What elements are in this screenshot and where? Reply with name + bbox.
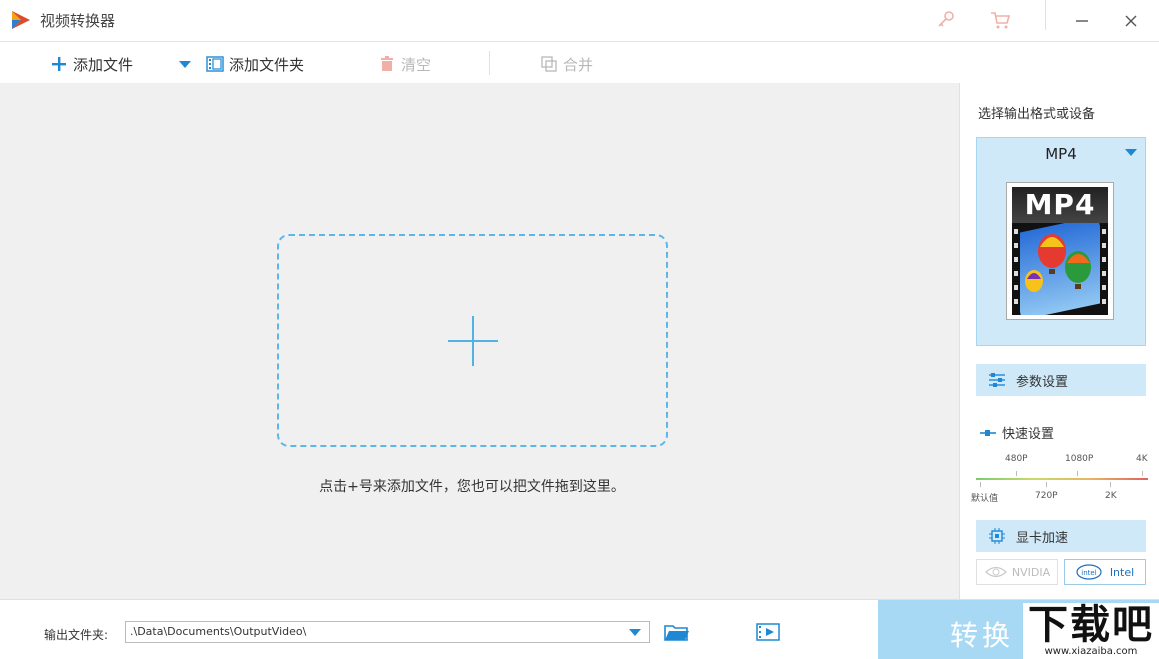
sliders-icon <box>988 371 1006 389</box>
slider-tick <box>980 482 981 487</box>
quality-slider[interactable] <box>976 478 1148 480</box>
dropzone-hint: 点击+号来添加文件，您也可以把文件拖到这里。 <box>319 479 625 495</box>
chevron-down-icon <box>1125 149 1137 156</box>
watermark-logo: 下载吧 <box>1028 602 1154 648</box>
bottom-bar: 输出文件夹: .\Data\Documents\OutputVideo\ 转换 <box>0 599 1159 659</box>
watermark-url: www.xiazaiba.com <box>1044 646 1138 657</box>
quality-1080p: 1080P <box>1065 454 1094 464</box>
intel-label: Intel <box>1109 565 1135 579</box>
merge-button[interactable]: 合并 <box>540 52 593 76</box>
quality-480p: 480P <box>1005 454 1028 464</box>
mp4-banner: MP4 <box>1012 187 1108 223</box>
slider-tick <box>1110 482 1111 487</box>
convert-label: 转换 <box>950 619 1015 652</box>
title-separator <box>1045 0 1046 30</box>
quality-2k: 2K <box>1105 491 1117 501</box>
key-icon[interactable] <box>934 8 958 32</box>
app-title: 视频转换器 <box>40 12 116 30</box>
plus-icon <box>50 55 68 73</box>
quality-default: 默认值 <box>971 494 999 504</box>
trash-icon <box>378 55 396 73</box>
minimize-icon <box>1076 20 1088 22</box>
gpu-accel-label: 显卡加速 <box>1016 530 1069 546</box>
minimize-button[interactable] <box>1068 8 1096 34</box>
add-file-dropdown[interactable] <box>178 52 192 76</box>
params-settings-button[interactable]: 参数设置 <box>976 364 1146 396</box>
chip-icon <box>988 527 1006 545</box>
file-list-area: 点击+号来添加文件，您也可以把文件拖到这里。 <box>0 83 959 599</box>
quality-720p: 720P <box>1035 491 1058 501</box>
merge-label: 合并 <box>563 55 594 74</box>
slider-icon <box>980 429 996 436</box>
clear-button[interactable]: 清空 <box>378 52 431 76</box>
quick-settings-label: 快速设置 <box>1002 427 1055 442</box>
output-path-field[interactable]: .\Data\Documents\OutputVideo\ <box>125 621 650 643</box>
watermark: 下载吧 www.xiazaiba.com <box>1023 603 1159 659</box>
balloon-picture-icon <box>1012 223 1108 315</box>
plus-icon-vertical <box>472 316 474 366</box>
open-folder-icon[interactable] <box>664 622 690 642</box>
mp4-format-image: MP4 <box>1006 182 1114 320</box>
slider-tick <box>1046 482 1047 487</box>
app-window: 视频转换器 添加文件 添加文件夹 清空 合并 点击+号来添加文件，您也可以把文件… <box>0 0 1159 659</box>
nvidia-label: NVIDIA <box>1011 565 1051 579</box>
output-folder-label: 输出文件夹: <box>44 628 109 642</box>
svg-text:intel: intel <box>1081 569 1096 577</box>
add-file-dropzone[interactable] <box>277 234 668 447</box>
slider-tick <box>1142 471 1143 476</box>
add-folder-button[interactable]: 添加文件夹 <box>206 52 304 76</box>
app-logo-icon <box>12 11 30 29</box>
gpu-accel-button[interactable]: 显卡加速 <box>976 520 1146 552</box>
toolbar-separator <box>489 51 490 75</box>
nvidia-button[interactable]: NVIDIA <box>976 559 1058 585</box>
title-bar: 视频转换器 <box>0 0 1159 42</box>
quality-4k: 4K <box>1136 454 1148 464</box>
chevron-down-icon <box>179 61 191 68</box>
folder-film-icon <box>206 55 224 73</box>
format-name: MP4 <box>1045 145 1077 163</box>
output-settings-panel: 选择输出格式或设备 MP4 MP4 参数设置 快速设置 480P 1080P 4… <box>959 83 1159 599</box>
add-file-label: 添加文件 <box>73 55 134 74</box>
nvidia-logo-icon <box>984 566 1007 578</box>
output-path-dropdown[interactable] <box>629 629 641 636</box>
add-folder-label: 添加文件夹 <box>229 55 305 74</box>
merge-icon <box>540 55 558 73</box>
format-selector[interactable]: MP4 MP4 <box>976 137 1146 346</box>
play-folder-icon[interactable] <box>756 622 780 642</box>
quick-settings-header: 快速设置 <box>980 423 1054 442</box>
slider-tick <box>1077 471 1078 476</box>
add-file-button[interactable]: 添加文件 <box>50 52 133 76</box>
close-button[interactable] <box>1117 8 1145 34</box>
output-format-label: 选择输出格式或设备 <box>978 107 1096 122</box>
cart-icon[interactable] <box>988 8 1012 32</box>
toolbar: 添加文件 添加文件夹 清空 合并 <box>0 43 1159 83</box>
intel-button[interactable]: intel Intel <box>1064 559 1146 585</box>
slider-tick <box>1016 471 1017 476</box>
params-settings-label: 参数设置 <box>1016 374 1069 390</box>
close-icon <box>1125 15 1137 27</box>
clear-label: 清空 <box>401 55 432 74</box>
intel-logo-icon: intel <box>1076 564 1102 580</box>
gpu-options: NVIDIA intel Intel <box>976 559 1146 585</box>
